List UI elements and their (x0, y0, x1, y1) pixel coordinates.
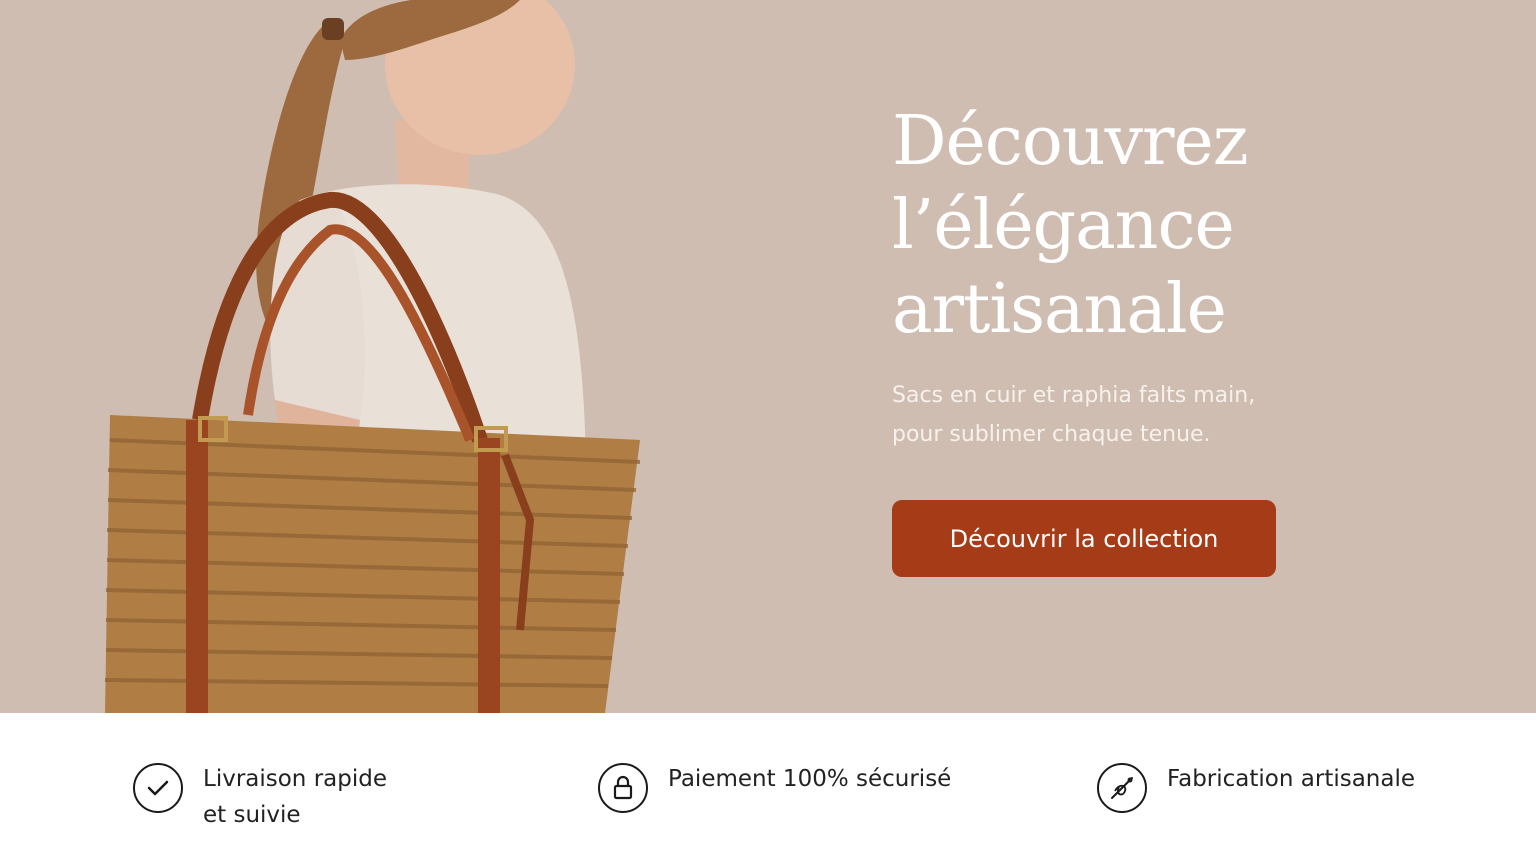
feature-payment-label: Paiement 100% sécurisé (668, 761, 951, 797)
features-bar: Livraison rapide et suivie Paiement 100%… (0, 713, 1536, 861)
feature-label-line: Livraison rapide (203, 766, 387, 792)
check-circle-icon (133, 763, 183, 813)
feature-label-line: Paiement 100% sécurisé (668, 766, 952, 792)
feature-label-line: et suivie (203, 802, 301, 828)
discover-collection-button[interactable]: Découvrir la collection (892, 500, 1276, 577)
headline-line: artisanale (892, 270, 1227, 349)
hero-copy: Découvrez l’élégance artisanale Sacs en … (892, 100, 1492, 454)
subhead-line: Sacs en cuir et raphia falts main, (892, 383, 1256, 408)
subhead-line: pour sublimer chaque tenue. (892, 422, 1211, 447)
hero-subheading: Sacs en cuir et raphia falts main, pour … (892, 376, 1312, 454)
feature-craft: Fabrication artisanale (1097, 761, 1415, 813)
feature-payment: Paiement 100% sécurisé (598, 761, 951, 813)
hero-product-photo (104, 0, 641, 713)
headline-line: l’élégance (892, 186, 1235, 265)
feature-shipping-label: Livraison rapide et suivie (203, 761, 387, 833)
lock-icon (598, 763, 648, 813)
feature-shipping: Livraison rapide et suivie (133, 761, 387, 833)
hero-section: Découvrez l’élégance artisanale Sacs en … (0, 0, 1536, 713)
feature-craft-label: Fabrication artisanale (1167, 761, 1415, 797)
feature-label-line: Fabrication artisanale (1167, 766, 1416, 792)
headline-line: Découvrez (892, 102, 1249, 181)
needle-thread-icon (1097, 763, 1147, 813)
hero-headline: Découvrez l’élégance artisanale (892, 100, 1492, 352)
